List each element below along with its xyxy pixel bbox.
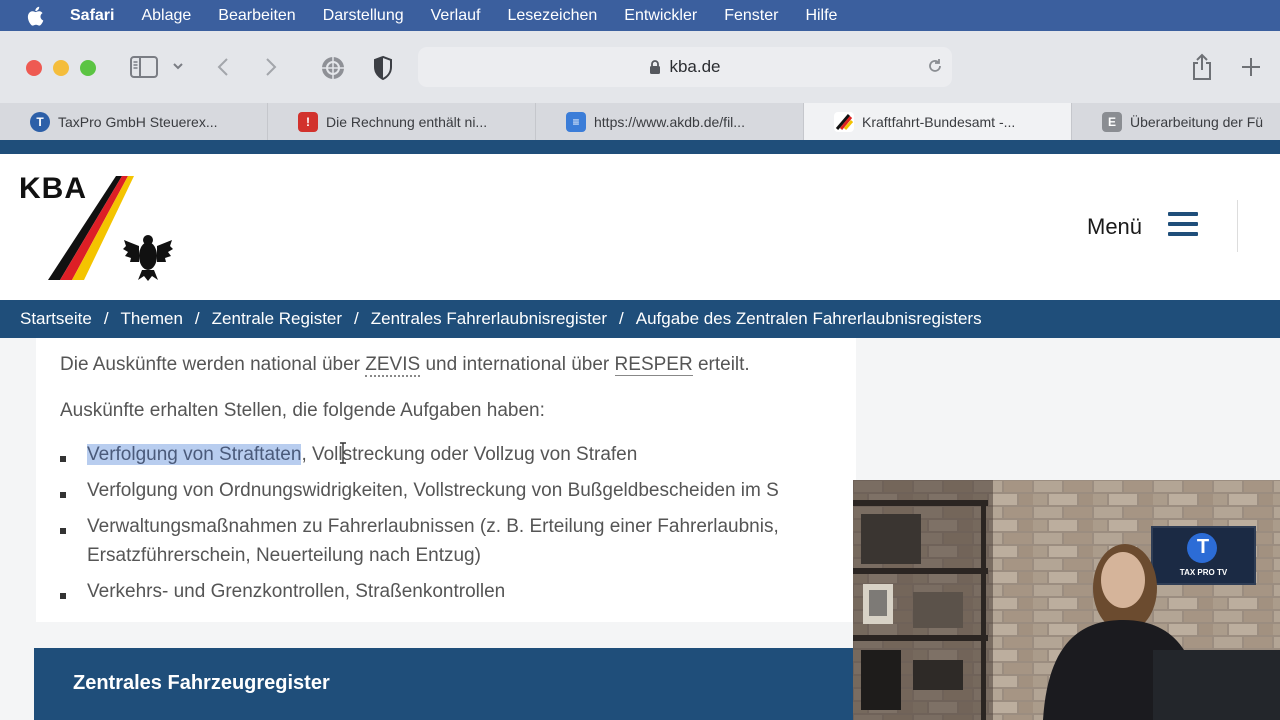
breadcrumb-zentrale-register[interactable]: Zentrale Register — [212, 309, 342, 329]
breadcrumb-separator: / — [619, 309, 624, 328]
list-item-text: , Vollstreckung oder Vollzug von Strafen — [301, 444, 638, 465]
list-item: Verfolgung von Straftaten, Vollstreckung… — [87, 440, 637, 469]
abbr-zevis[interactable]: ZEVIS — [365, 354, 421, 377]
bullet-marker — [60, 492, 66, 498]
menu-entwickler[interactable]: Entwickler — [624, 7, 697, 25]
menu-bearbeiten[interactable]: Bearbeiten — [218, 7, 295, 25]
header-divider — [1237, 200, 1238, 252]
site-top-band — [0, 140, 1280, 154]
forward-icon[interactable] — [264, 56, 278, 78]
text-cursor-icon — [340, 442, 346, 464]
warning-favicon-icon: ! — [298, 111, 318, 132]
reload-icon[interactable] — [926, 57, 944, 80]
webcam-video-feed — [853, 480, 1280, 720]
chevron-down-icon[interactable] — [172, 61, 184, 71]
url-text: kba.de — [669, 57, 721, 76]
paragraph-auskuenfte-national: Die Auskünfte werden national über ZEVIS… — [60, 354, 750, 377]
tab-kba[interactable]: Kraftfahrt-Bundesamt -... — [804, 103, 1072, 140]
document-favicon-icon: ≡ — [566, 111, 586, 132]
list-item-line: Verwaltungsmaßnahmen zu Fahrerlaubnissen… — [87, 516, 779, 537]
back-icon[interactable] — [216, 56, 230, 78]
taxpro-tv-logo-letter: T — [1196, 536, 1210, 558]
webcam-overlay: T TAX PRO TV — [853, 480, 1280, 720]
tab-akdb[interactable]: ≡ https://www.akdb.de/fil... — [536, 103, 804, 140]
e-favicon-icon: E — [1102, 111, 1122, 132]
federal-eagle-icon — [123, 235, 173, 281]
tab-label: TaxPro GmbH Steuerex... — [58, 113, 218, 130]
breadcrumb: Startseite / Themen / Zentrale Register … — [0, 300, 1280, 338]
zoom-window-button[interactable] — [80, 60, 96, 76]
close-window-button[interactable] — [26, 60, 42, 76]
breadcrumb-fahrerlaubnisregister[interactable]: Zentrales Fahrerlaubnisregister — [371, 309, 607, 329]
list-item: Verkehrs- und Grenzkontrollen, Straßenko… — [87, 581, 506, 602]
paragraph-text: erteilt. — [692, 354, 750, 375]
tab-bar: T TaxPro GmbH Steuerex... ! Die Rechnung… — [0, 103, 1280, 141]
section-accordion-fahrzeugregister[interactable]: Zentrales Fahrzeugregister — [34, 648, 856, 720]
tab-label: Kraftfahrt-Bundesamt -... — [862, 113, 1016, 130]
breadcrumb-separator: / — [354, 309, 359, 328]
site-header: KBA Menü — [0, 154, 1280, 300]
taxpro-tv-logo-caption: TAX PRO TV — [1179, 568, 1228, 577]
selected-text: Verfolgung von Straftaten — [87, 444, 302, 465]
taxpro-favicon-icon: T — [30, 111, 50, 132]
list-item: Verwaltungsmaßnahmen zu Fahrerlaubnissen… — [87, 512, 779, 570]
menu-button-label[interactable]: Menü — [1087, 214, 1142, 240]
menu-ablage[interactable]: Ablage — [141, 7, 191, 25]
breadcrumb-startseite[interactable]: Startseite — [20, 309, 92, 329]
menu-fenster[interactable]: Fenster — [724, 7, 778, 25]
list-item-line: Ersatzführerschein, Neuerteilung nach En… — [87, 545, 481, 566]
paragraph-text: und international über — [420, 354, 615, 375]
sidebar-toggle-icon[interactable] — [130, 56, 158, 78]
breadcrumb-themen[interactable]: Themen — [121, 309, 183, 329]
macos-menubar: Safari Ablage Bearbeiten Darstellung Ver… — [0, 0, 1280, 31]
paragraph-text: Die Auskünfte werden national über — [60, 354, 366, 375]
lock-icon — [649, 59, 661, 75]
menu-lesezeichen[interactable]: Lesezeichen — [507, 7, 597, 25]
bullet-marker — [60, 593, 66, 599]
tab-rechnung[interactable]: ! Die Rechnung enthält ni... — [268, 103, 536, 140]
section-title: Zentrales Fahrzeugregister — [73, 672, 330, 694]
bullet-marker — [60, 456, 66, 462]
privacy-shield-icon[interactable] — [372, 55, 394, 81]
breadcrumb-separator: / — [194, 309, 200, 328]
tab-label: Die Rechnung enthält ni... — [326, 113, 488, 130]
minimize-window-button[interactable] — [53, 60, 69, 76]
new-tab-icon[interactable] — [1240, 56, 1262, 78]
menu-safari[interactable]: Safari — [70, 7, 114, 25]
address-bar[interactable]: kba.de — [418, 47, 952, 87]
kba-favicon-icon — [834, 111, 854, 132]
abbr-resper[interactable]: RESPER — [614, 354, 693, 376]
menu-verlauf[interactable]: Verlauf — [431, 7, 481, 25]
tab-taxpro[interactable]: T TaxPro GmbH Steuerex... — [0, 103, 268, 140]
browser-toolbar: kba.de — [0, 31, 1280, 104]
paragraph-auskuenfte-stellen: Auskünfte erhalten Stellen, die folgende… — [60, 400, 545, 421]
tab-label: Überarbeitung der Fü — [1130, 113, 1264, 130]
share-icon[interactable] — [1190, 53, 1214, 81]
menu-hilfe[interactable]: Hilfe — [805, 7, 837, 25]
hamburger-menu-icon[interactable] — [1168, 212, 1198, 242]
apple-icon[interactable] — [26, 6, 46, 26]
globe-extension-icon[interactable] — [320, 55, 346, 81]
breadcrumb-separator: / — [103, 309, 109, 328]
list-item: Verfolgung von Ordnungswidrigkeiten, Vol… — [87, 480, 779, 501]
tab-label: https://www.akdb.de/fil... — [594, 113, 745, 130]
menu-darstellung[interactable]: Darstellung — [323, 7, 404, 25]
tab-ueberarbeitung[interactable]: E Überarbeitung der Fü — [1072, 103, 1280, 140]
breadcrumb-current-page: Aufgabe des Zentralen Fahrerlaubnisregis… — [635, 309, 982, 328]
bullet-marker — [60, 528, 66, 534]
